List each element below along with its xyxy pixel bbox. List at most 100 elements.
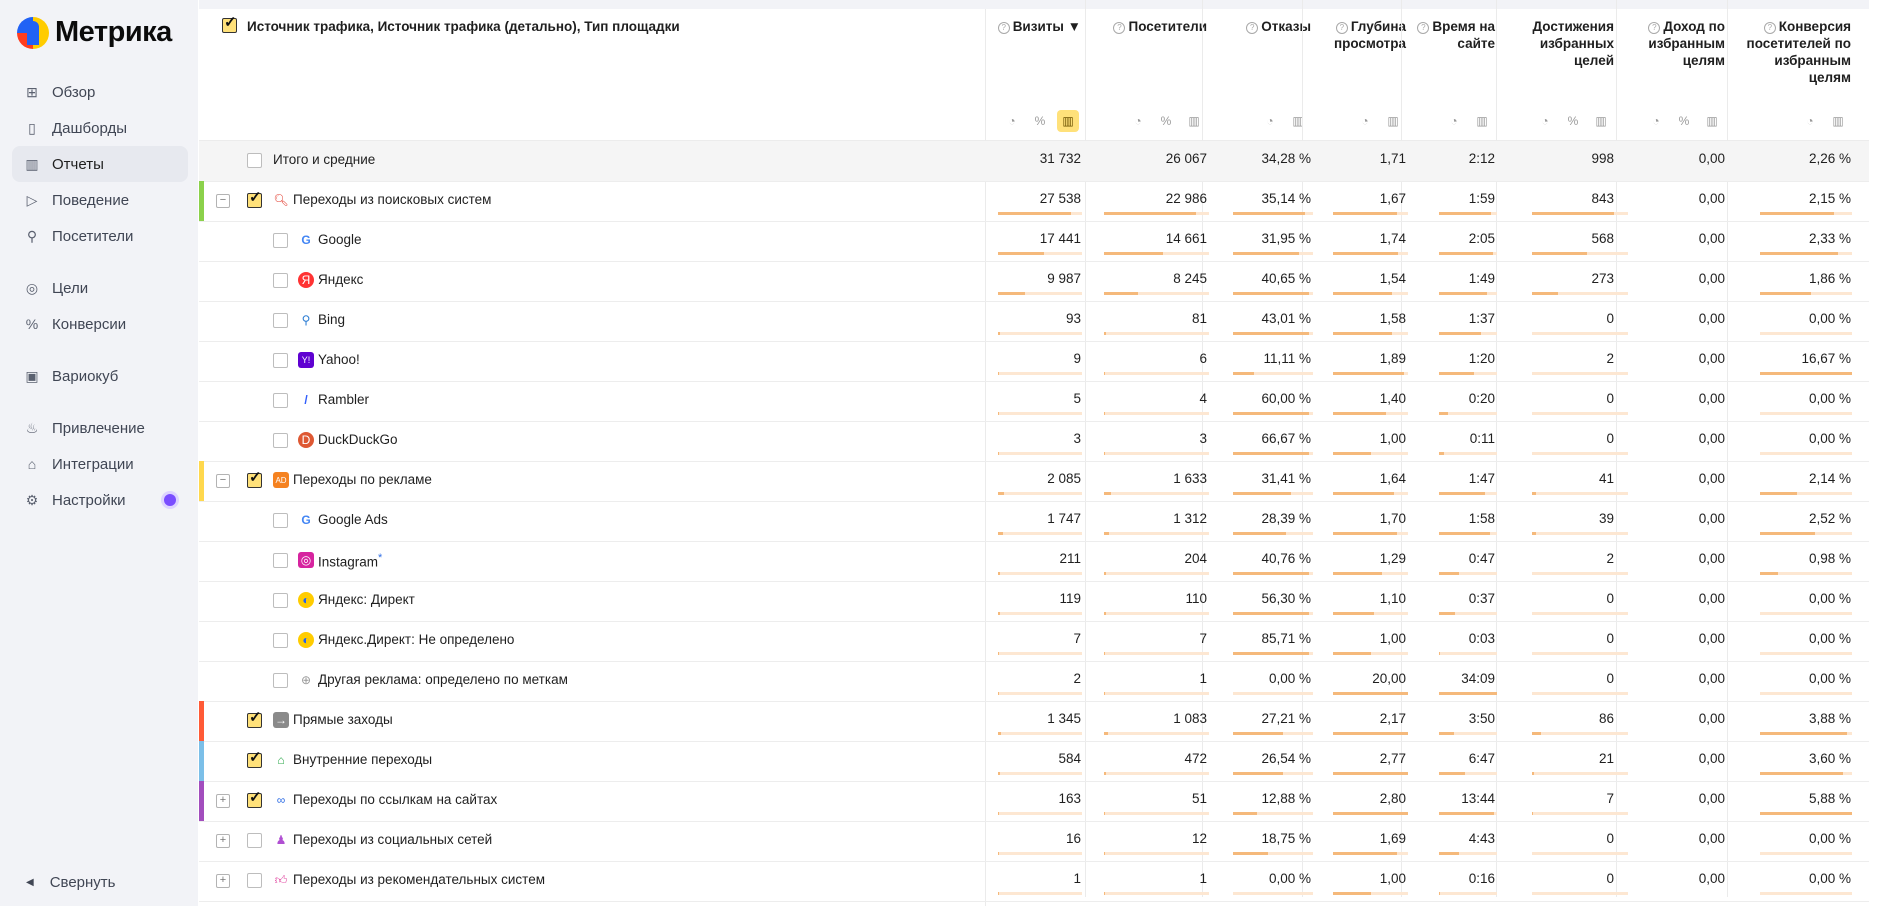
row-checkbox[interactable] xyxy=(247,788,262,808)
row-checkbox[interactable] xyxy=(273,553,288,568)
row-label[interactable]: Переходы по ссылкам на сайтах xyxy=(293,792,497,807)
table-row[interactable]: ◎ Instagram* 211 204 40,76 % 1,29 0:47 2 0,00 0,9… xyxy=(199,541,1869,582)
table-row[interactable]: ⌂Внутренние переходы58447226,54 %2,776:4… xyxy=(199,741,1869,782)
row-label[interactable]: Итого и средние xyxy=(273,152,375,167)
row-label[interactable]: DuckDuckGo xyxy=(318,432,398,447)
row-label[interactable]: Переходы из поисковых систем xyxy=(293,192,491,207)
row-checkbox[interactable] xyxy=(273,633,288,648)
sidebar-item-goals[interactable]: ◎ Цели xyxy=(12,270,188,306)
pie-chart-icon[interactable]: ◔ xyxy=(1534,110,1556,132)
table-row[interactable]: + ♟ Переходы из социальных сетей 16 12 18,75 … xyxy=(199,821,1869,862)
sidebar-item-variocube[interactable]: ▣ Вариокуб xyxy=(12,358,188,394)
row-label[interactable]: Переходы по рекламе xyxy=(293,472,432,487)
table-row[interactable]: + 👍︎ Переходы из рекомендательных систем 1 1… xyxy=(199,861,1869,902)
row-checkbox[interactable] xyxy=(273,393,288,408)
collapse-row-button[interactable]: − xyxy=(216,474,230,488)
sidebar-item-conversions[interactable]: % Конверсии xyxy=(12,306,188,342)
select-all-checkbox[interactable] xyxy=(222,13,237,33)
collapse-row-button[interactable]: − xyxy=(216,194,230,208)
row-label[interactable]: Instagram* xyxy=(318,552,382,570)
pie-chart-icon[interactable]: ◔ xyxy=(1799,110,1821,132)
row-checkbox[interactable] xyxy=(273,513,288,528)
row-checkbox[interactable] xyxy=(273,313,288,328)
table-row[interactable]: Y! Yahoo! 9 6 11,11 % 1,89 1:20 2 0,00 16,67 % xyxy=(199,341,1869,382)
table-row[interactable]: −ADПереходы по рекламе2 0851 63331,41 %1… xyxy=(199,461,1869,502)
pie-chart-icon[interactable]: ◔ xyxy=(1354,110,1376,132)
column-header[interactable]: ? Визиты ▼ xyxy=(991,18,1081,35)
column-header[interactable]: ? Посетители xyxy=(1099,18,1207,35)
bar-chart-icon[interactable]: ▥ xyxy=(1287,110,1309,132)
row-label[interactable]: Google Ads xyxy=(318,512,388,527)
pie-chart-icon[interactable]: ◔ xyxy=(1001,110,1023,132)
table-row[interactable]: +∞Переходы по ссылкам на сайтах1635112,8… xyxy=(199,781,1869,822)
table-row[interactable]: ⊕ Другая реклама: определено по меткам 2 1 0… xyxy=(199,661,1869,702)
expand-row-button[interactable]: + xyxy=(216,874,230,888)
row-label[interactable]: Другая реклама: определено по меткам xyxy=(318,672,568,687)
table-row[interactable]: D DuckDuckGo 3 3 66,67 % 1,00 0:11 0 0,00 0,00 % xyxy=(199,421,1869,462)
sidebar-item-dashboards[interactable]: ▯ Дашборды xyxy=(12,110,188,146)
column-header[interactable]: ? Время на сайте xyxy=(1415,18,1495,52)
pie-chart-icon[interactable]: ◔ xyxy=(1443,110,1465,132)
row-label[interactable]: Яндекс.Директ: Не определено xyxy=(318,632,514,647)
pie-chart-icon[interactable]: ◔ xyxy=(1127,110,1149,132)
row-checkbox[interactable] xyxy=(247,833,262,848)
table-row[interactable]: G Google 17 441 14 661 31,95 % 1,74 2:05 568 0,0… xyxy=(199,221,1869,262)
table-row[interactable]: / Rambler 5 4 60,00 % 1,40 0:20 0 0,00 0,00 % xyxy=(199,381,1869,422)
table-row[interactable]: ◐ Яндекс.Директ: Не определено 7 7 85,71 % 1,… xyxy=(199,621,1869,662)
column-header[interactable]: ? Конверсия посетителей по избранным целя… xyxy=(1741,18,1851,86)
sidebar-item-integrations[interactable]: ⌂ Интеграции xyxy=(12,446,188,482)
sidebar-item-behavior[interactable]: ▷ Поведение xyxy=(12,182,188,218)
row-checkbox[interactable] xyxy=(273,273,288,288)
row-checkbox[interactable] xyxy=(247,873,262,888)
row-label[interactable]: Яндекс xyxy=(318,272,363,287)
bar-chart-icon[interactable]: ▥ xyxy=(1590,110,1612,132)
row-label[interactable]: Google xyxy=(318,232,362,247)
percent-icon[interactable]: % xyxy=(1029,110,1051,132)
pie-chart-icon[interactable]: ◔ xyxy=(1259,110,1281,132)
percent-icon[interactable]: % xyxy=(1673,110,1695,132)
help-icon[interactable]: ? xyxy=(1246,22,1259,34)
pie-chart-icon[interactable]: ◔ xyxy=(1645,110,1667,132)
row-label[interactable]: Внутренние переходы xyxy=(293,752,432,767)
table-row[interactable]: ⚲ Bing 93 81 43,01 % 1,58 1:37 0 0,00 0,00 % xyxy=(199,301,1869,342)
column-header[interactable]: ? Доход по избранным целям xyxy=(1630,18,1725,69)
row-label[interactable]: Яндекс: Директ xyxy=(318,592,415,607)
row-checkbox[interactable] xyxy=(273,233,288,248)
sidebar-item-reports[interactable]: ▥ Отчеты xyxy=(12,146,188,182)
help-icon[interactable]: ? xyxy=(997,22,1010,34)
bar-chart-icon[interactable]: ▥ xyxy=(1471,110,1493,132)
column-header[interactable]: ? Отказы xyxy=(1216,18,1311,35)
bar-chart-icon[interactable]: ▥ xyxy=(1701,110,1723,132)
table-row[interactable]: − 🔍︎ Переходы из поисковых систем 27 538 22 … xyxy=(199,181,1869,222)
row-checkbox[interactable] xyxy=(273,353,288,368)
row-checkbox[interactable] xyxy=(247,153,262,168)
total-row[interactable]: Итого и средние 31 732 26 067 34,28 % 1,71 2:… xyxy=(199,141,1869,182)
row-checkbox[interactable] xyxy=(247,188,262,208)
table-row[interactable]: ◐ Яндекс: Директ 119 110 56,30 % 1,10 0:37 0 0,0… xyxy=(199,581,1869,622)
sidebar-item-settings[interactable]: ⚙ Настройки xyxy=(12,482,188,518)
column-header[interactable]: Достижения избранных целей xyxy=(1510,18,1614,69)
collapse-sidebar-button[interactable]: ◀ Свернуть xyxy=(26,874,116,891)
table-row[interactable]: →Прямые заходы1 3451 08327,21 %2,173:508… xyxy=(199,701,1869,742)
table-row[interactable]: G Google Ads 1 747 1 312 28,39 % 1,70 1:58 39 0,… xyxy=(199,501,1869,542)
row-checkbox[interactable] xyxy=(273,433,288,448)
row-label[interactable]: Rambler xyxy=(318,392,369,407)
help-icon[interactable]: ? xyxy=(1417,22,1430,34)
expand-row-button[interactable]: + xyxy=(216,834,230,848)
row-label[interactable]: Переходы из рекомендательных систем xyxy=(293,872,545,887)
expand-row-button[interactable]: + xyxy=(216,794,230,808)
row-checkbox[interactable] xyxy=(247,468,262,488)
sidebar-item-overview[interactable]: ⊞ Обзор xyxy=(12,74,188,110)
help-icon[interactable]: ? xyxy=(1763,22,1776,34)
row-label[interactable]: Yahoo! xyxy=(318,352,360,367)
help-icon[interactable]: ? xyxy=(1113,22,1126,34)
percent-icon[interactable]: % xyxy=(1155,110,1177,132)
bar-chart-icon[interactable]: ▥ xyxy=(1057,110,1079,132)
row-label[interactable]: Переходы из социальных сетей xyxy=(293,832,492,847)
bar-chart-icon[interactable]: ▥ xyxy=(1827,110,1849,132)
row-label[interactable]: Прямые заходы xyxy=(293,712,393,727)
percent-icon[interactable]: % xyxy=(1562,110,1584,132)
logo[interactable]: Метрика xyxy=(17,16,172,49)
dimension-title[interactable]: Источник трафика, Источник трафика (дета… xyxy=(247,19,680,34)
row-checkbox[interactable] xyxy=(273,593,288,608)
